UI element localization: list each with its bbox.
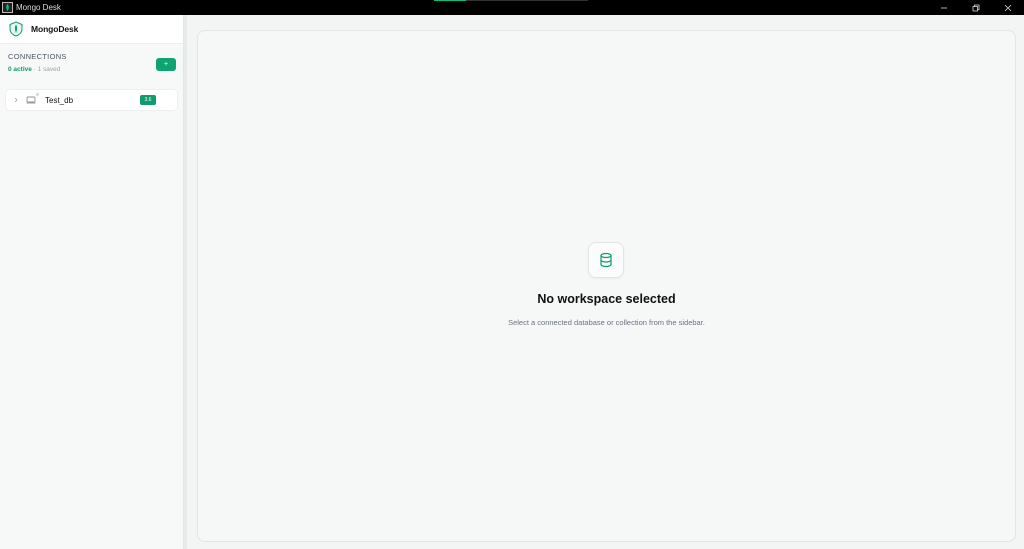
restore-button[interactable] (960, 0, 992, 15)
window-title: Mongo Desk (16, 3, 61, 12)
brand-name: MongoDesk (31, 24, 79, 34)
loading-bar (434, 0, 588, 1)
connection-version-badge: 3.6 (140, 95, 156, 105)
restore-icon (972, 4, 980, 11)
window-titlebar: Mongo Desk (0, 0, 1024, 15)
empty-state-description: Select a connected database or collectio… (508, 318, 705, 327)
sidebar-resize-handle[interactable] (184, 15, 187, 549)
add-connection-label: + (163, 61, 169, 68)
add-connection-button[interactable]: + (156, 58, 176, 71)
brand-header: MongoDesk (0, 15, 183, 44)
chevron-right-icon[interactable] (13, 97, 21, 103)
window-controls (928, 0, 1024, 15)
empty-state-title: No workspace selected (537, 292, 676, 306)
minimize-icon (941, 7, 947, 8)
minimize-button[interactable] (928, 0, 960, 15)
connection-label: Test_db (45, 95, 74, 105)
workspace-panel: No workspace selected Select a connected… (197, 30, 1016, 542)
connections-summary: 0 active · 1 saved (8, 66, 175, 73)
close-icon (1004, 4, 1012, 11)
database-icon (588, 242, 624, 278)
connections-title: CONNECTIONS (8, 52, 67, 61)
saved-count: 1 saved (37, 66, 61, 73)
close-button[interactable] (992, 0, 1024, 15)
server-icon (26, 93, 39, 104)
connection-status-dot (36, 93, 39, 96)
empty-state: No workspace selected Select a connected… (198, 31, 1015, 541)
connection-item-test-db[interactable]: Test_db 3.6 (5, 89, 178, 111)
active-count: 0 active (8, 66, 32, 73)
app-icon (2, 2, 13, 13)
mongodesk-logo-icon (8, 21, 24, 37)
